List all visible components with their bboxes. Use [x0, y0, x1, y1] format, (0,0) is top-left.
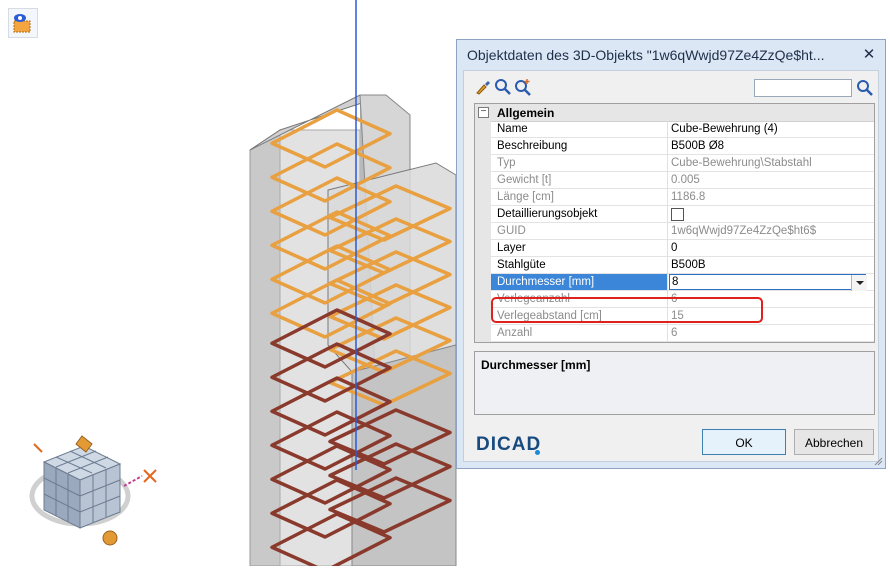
property-row[interactable]: Anzahl 6 — [491, 325, 874, 342]
property-key: GUID — [497, 225, 526, 237]
detail-object-checkbox[interactable] — [671, 208, 684, 221]
column-separator — [667, 240, 668, 257]
description-panel: Durchmesser [mm] — [474, 351, 875, 415]
property-key: Name — [497, 123, 528, 135]
property-value[interactable]: Cube-Bewehrung (4) — [671, 123, 778, 135]
view-toggle-button[interactable] — [8, 8, 38, 38]
cancel-button[interactable]: Abbrechen — [794, 429, 874, 455]
property-value: 1186.8 — [671, 191, 706, 203]
category-label: Allgemein — [497, 106, 555, 120]
resize-grip-icon[interactable] — [873, 456, 883, 466]
zoom-plus-icon[interactable] — [514, 78, 532, 96]
column-separator — [667, 257, 668, 274]
collapse-toggle-icon[interactable]: − — [478, 107, 489, 118]
column-separator — [667, 121, 668, 138]
highlight-box — [491, 297, 763, 323]
property-row[interactable]: Stahlgüte B500B — [491, 257, 874, 274]
property-key: Anzahl — [497, 327, 533, 339]
description-title: Durchmesser [mm] — [481, 358, 591, 372]
diameter-dropdown[interactable]: 8 — [669, 274, 867, 291]
column-separator — [667, 223, 668, 240]
navigation-cube[interactable] — [29, 435, 157, 546]
property-value: Cube-Bewehrung\Stabstahl — [671, 157, 812, 169]
property-key: Typ — [497, 157, 516, 169]
column-separator — [667, 206, 668, 223]
property-value: 0.005 — [671, 174, 700, 186]
object-data-dialog: Objektdaten des 3D-Objekts "1w6qWwjd97Ze… — [456, 39, 886, 469]
logo-text: DICAD — [476, 434, 542, 455]
property-row[interactable]: GUID 1w6qWwjd97Ze4ZzQe$ht6$ — [491, 223, 874, 240]
chevron-down-icon[interactable] — [851, 275, 867, 291]
property-value[interactable]: B500B Ø8 — [671, 140, 724, 152]
property-key: Beschreibung — [497, 140, 568, 152]
grid-gutter — [475, 121, 491, 342]
brush-icon[interactable] — [474, 78, 492, 96]
column-separator — [667, 325, 668, 342]
property-row[interactable]: Typ Cube-Bewehrung\Stabstahl — [491, 155, 874, 172]
zoom-icon[interactable] — [494, 78, 512, 96]
eye-icon — [13, 14, 31, 33]
property-key: Detaillierungsobjekt — [497, 208, 598, 220]
dicad-logo: DICAD — [476, 434, 541, 456]
property-key: Gewicht [t] — [497, 174, 552, 186]
property-key: Layer — [497, 242, 526, 254]
property-value: 6 — [671, 327, 678, 339]
property-value[interactable]: 0 — [671, 242, 677, 254]
logo-dot — [535, 450, 540, 455]
column-separator — [667, 189, 668, 206]
property-row[interactable]: Beschreibung B500B Ø8 — [491, 138, 874, 155]
dialog-titlebar[interactable]: Objektdaten des 3D-Objekts "1w6qWwjd97Ze… — [457, 40, 885, 70]
property-row[interactable]: Länge [cm] 1186.8 — [491, 189, 874, 206]
dialog-title: Objektdaten des 3D-Objekts "1w6qWwjd97Ze… — [467, 47, 825, 63]
property-value: 8 — [672, 276, 679, 288]
property-value: 1w6qWwjd97Ze4ZzQe$ht6$ — [671, 225, 817, 237]
property-row[interactable]: Durchmesser [mm] 8 — [491, 274, 874, 291]
column-separator — [667, 155, 668, 172]
dialog-client-area: − Allgemein Name Cube-Bewehrung (4) Beschr… — [463, 70, 879, 462]
property-key: Stahlgüte — [497, 259, 546, 271]
property-key: Durchmesser [mm] — [497, 276, 595, 288]
search-input[interactable] — [754, 79, 852, 97]
column-separator — [667, 138, 668, 155]
search-icon[interactable] — [856, 78, 874, 98]
property-row[interactable]: Layer 0 — [491, 240, 874, 257]
column-separator — [667, 172, 668, 189]
property-row[interactable]: Name Cube-Bewehrung (4) — [491, 121, 874, 138]
ok-button[interactable]: OK — [702, 429, 786, 455]
property-key: Länge [cm] — [497, 191, 554, 203]
category-row-allgemein[interactable]: − Allgemein — [475, 104, 874, 122]
property-row[interactable]: Detaillierungsobjekt — [491, 206, 874, 223]
column-separator — [667, 274, 668, 291]
property-value[interactable]: B500B — [671, 259, 706, 271]
close-icon: ✕ — [862, 46, 876, 63]
close-button[interactable]: ✕ — [861, 47, 877, 63]
property-row[interactable]: Gewicht [t] 0.005 — [491, 172, 874, 189]
